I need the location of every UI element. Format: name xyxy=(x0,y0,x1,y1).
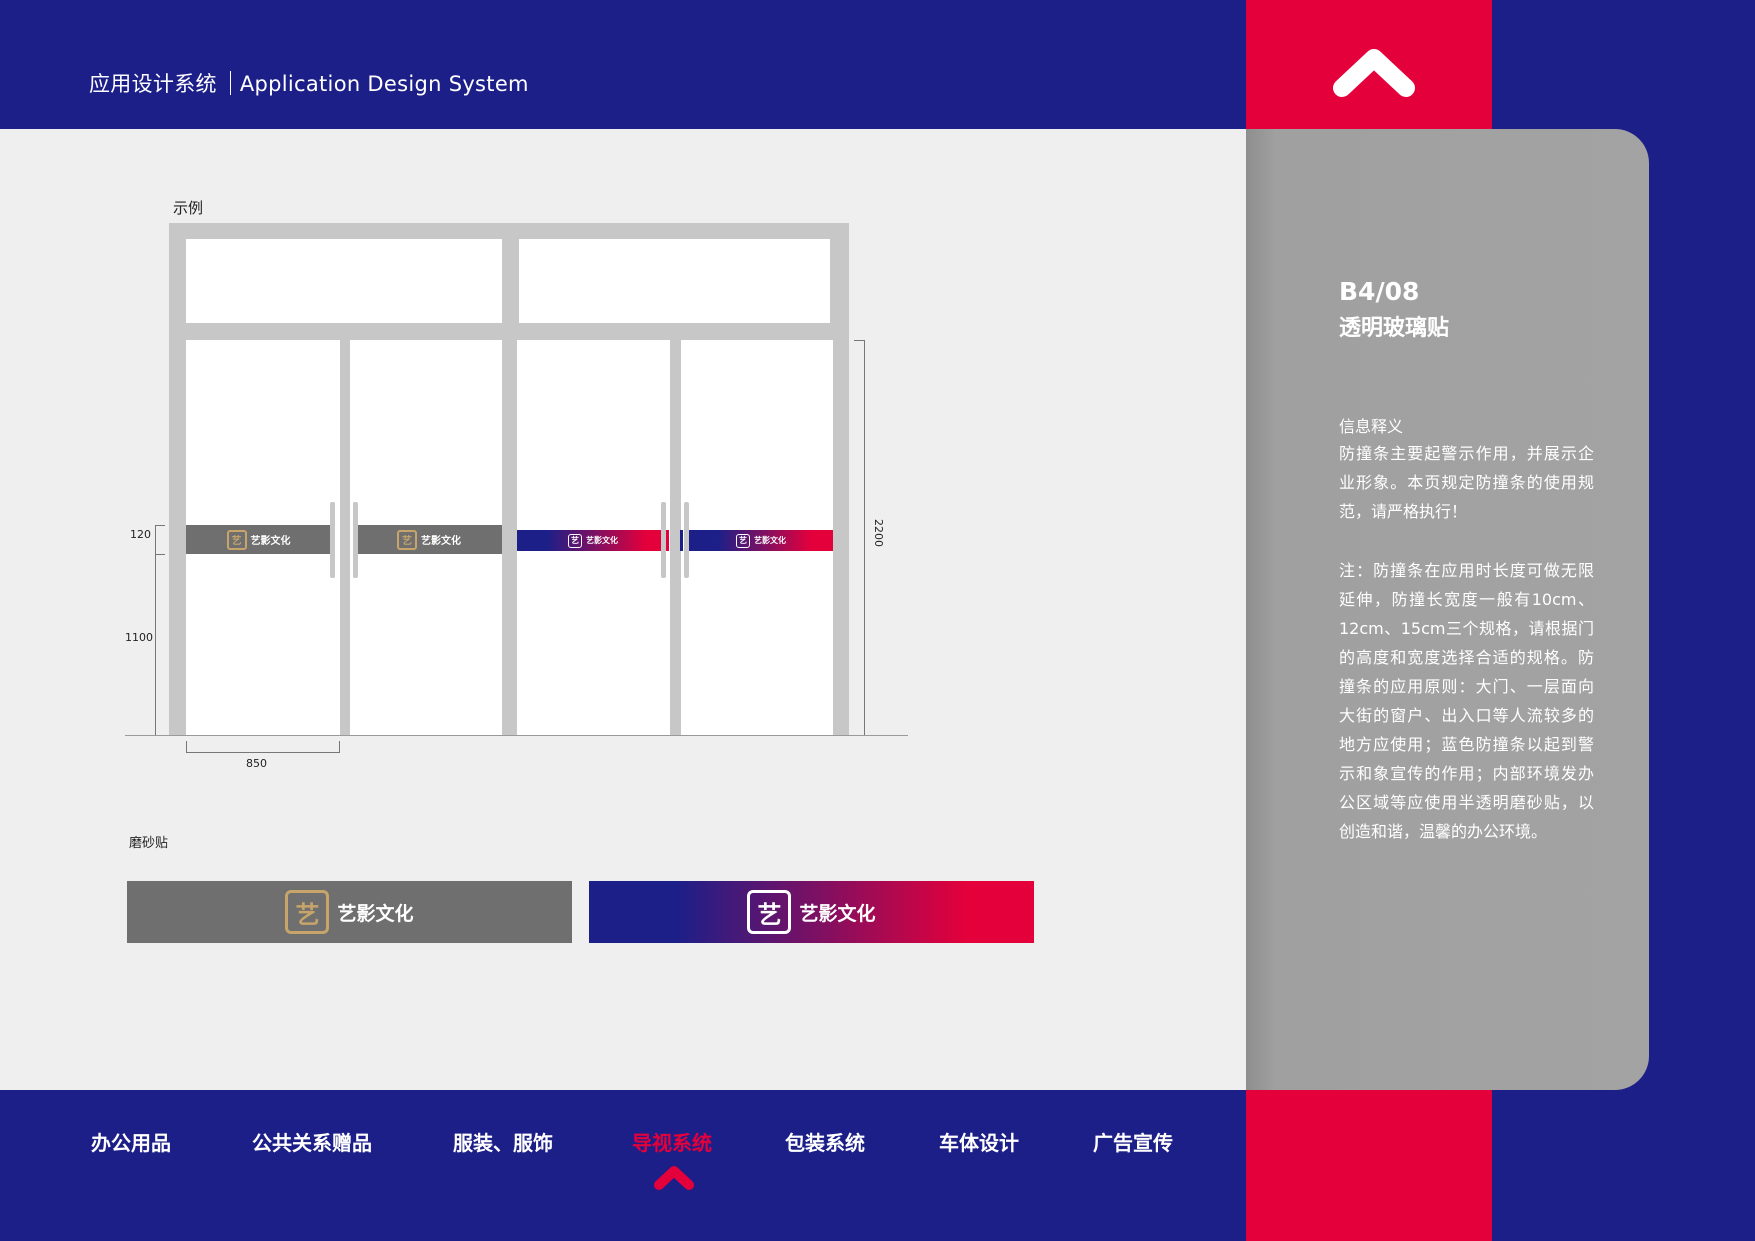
page-header-title: 应用设计系统 Application Design System xyxy=(89,68,529,98)
grey-safety-strip-1: 艺艺影文化 xyxy=(186,525,331,554)
brand-logo-icon: 艺 xyxy=(736,533,750,548)
bottom-nav-bar xyxy=(0,1090,1246,1241)
dimension-tick xyxy=(339,741,340,753)
dimension-door-height: 2200 xyxy=(872,519,885,547)
note-body: 注：防撞条在应用时长度可做无限延伸，防撞长宽度一般有10cm、12cm、15cm… xyxy=(1339,561,1594,841)
header-title-en: Application Design System xyxy=(239,72,529,96)
header-title-cn: 应用设计系统 xyxy=(89,72,217,96)
nav-item-apparel[interactable]: 服装、服饰 xyxy=(453,1127,553,1156)
nav-item-packaging[interactable]: 包装系统 xyxy=(785,1127,865,1156)
info-heading: 信息释义 xyxy=(1339,417,1404,436)
red-accent-top xyxy=(1246,0,1492,129)
page-code: B4/08 xyxy=(1339,277,1420,306)
nav-item-signage-system[interactable]: 导视系统 xyxy=(632,1127,712,1156)
dimension-strip-from-floor: 1100 xyxy=(125,631,153,644)
brand-logo-icon: 艺 xyxy=(285,890,330,934)
door-handle xyxy=(330,502,335,578)
frosted-sticker-label: 磨砂贴 xyxy=(129,836,169,851)
header-separator xyxy=(229,71,231,95)
brand-name: 艺影文化 xyxy=(421,536,461,547)
floor-line xyxy=(125,735,908,736)
dimension-line-door-height xyxy=(864,340,865,735)
brand-name: 艺影文化 xyxy=(754,536,786,545)
brand-logo-icon: 艺 xyxy=(397,529,417,550)
chevron-up-icon xyxy=(654,1166,694,1190)
info-body: 防撞条主要起警示作用，并展示企业形象。本页规定防撞条的使用规范，请严格执行！ xyxy=(1339,444,1594,521)
strip-gap-edge xyxy=(680,530,683,551)
brand-name: 艺影文化 xyxy=(586,536,618,545)
brand-name: 艺影文化 xyxy=(250,536,291,547)
dimension-line-door-width xyxy=(186,752,340,753)
grey-strip-sample: 艺艺影文化 xyxy=(127,881,572,943)
nav-item-office-supplies[interactable]: 办公用品 xyxy=(91,1127,171,1156)
blue-safety-strip-1: 艺艺影文化 xyxy=(517,530,669,551)
transom-pane-right xyxy=(519,239,830,323)
page-title: 透明玻璃贴 xyxy=(1339,316,1450,341)
dimension-tick xyxy=(155,554,165,555)
header-bar xyxy=(0,0,1246,129)
blue-strip-sample: 艺艺影文化 xyxy=(589,881,1034,943)
chevron-up-icon[interactable] xyxy=(1332,44,1416,100)
door-handle xyxy=(353,502,358,578)
brand-name: 艺影文化 xyxy=(799,902,876,925)
transom-pane-left xyxy=(186,239,502,323)
nav-item-pr-gifts[interactable]: 公共关系赠品 xyxy=(252,1127,372,1156)
blue-safety-strip-2: 艺艺影文化 xyxy=(689,530,833,551)
dimension-tick xyxy=(155,525,165,526)
example-label: 示例 xyxy=(173,199,204,217)
brand-name: 艺影文化 xyxy=(337,902,414,925)
dimension-tick xyxy=(854,340,865,341)
door-handle xyxy=(661,502,666,578)
dimension-door-width: 850 xyxy=(246,757,267,770)
door-handle xyxy=(684,502,689,578)
grey-safety-strip-2: 艺艺影文化 xyxy=(356,525,502,554)
dimension-tick xyxy=(186,741,187,753)
brand-logo-icon: 艺 xyxy=(568,533,582,548)
nav-item-vehicle-design[interactable]: 车体设计 xyxy=(939,1127,1019,1156)
brand-logo-icon: 艺 xyxy=(747,890,792,934)
dimension-line-vertical xyxy=(155,525,156,735)
dimension-strip-height: 120 xyxy=(130,528,151,541)
red-accent-bottom xyxy=(1246,1090,1492,1241)
nav-item-advertising[interactable]: 广告宣传 xyxy=(1093,1127,1173,1156)
brand-logo-icon: 艺 xyxy=(226,529,247,550)
